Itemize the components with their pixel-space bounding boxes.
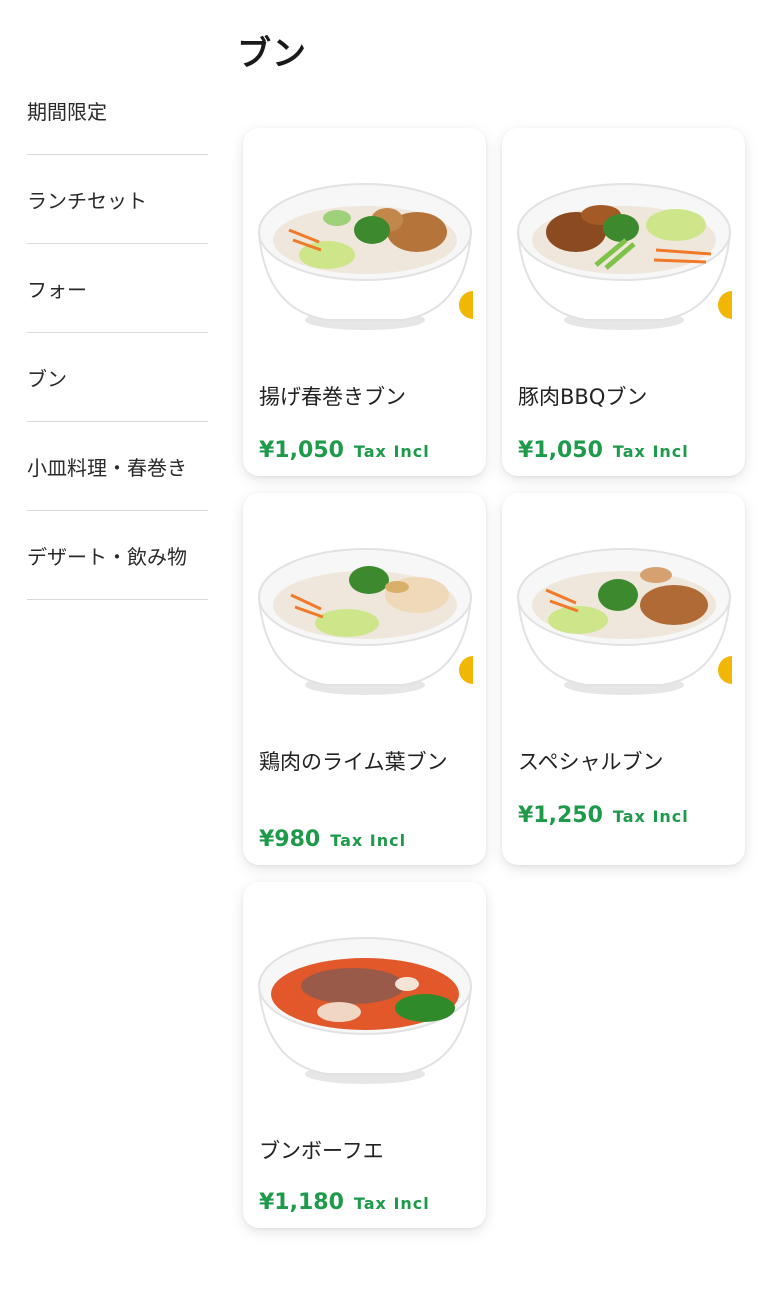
menu-card-special-bun[interactable]: スペシャルブン ¥1,250 Tax Incl: [502, 493, 745, 865]
sidebar-item-label: 期間限定: [27, 99, 107, 124]
menu-item-price: ¥980: [259, 827, 321, 852]
sidebar-item-label: デザート・飲み物: [27, 544, 187, 569]
menu-item-price: ¥1,050: [259, 438, 344, 463]
price-row: ¥980 Tax Incl: [259, 827, 406, 852]
menu-card-fried-spring-roll-bun[interactable]: 揚げ春巻きブン ¥1,050 Tax Incl: [243, 128, 486, 476]
sidebar-item-bun[interactable]: ブン: [27, 333, 208, 422]
sidebar-item-label: フォー: [27, 277, 87, 302]
sidebar-item-label: ランチセット: [27, 188, 147, 213]
price-row: ¥1,250 Tax Incl: [518, 803, 689, 828]
sidebar-item-small-plates[interactable]: 小皿料理・春巻き: [27, 422, 208, 511]
section-title: ブン: [237, 34, 307, 74]
price-row: ¥1,050 Tax Incl: [518, 438, 689, 463]
menu-card-lime-leaf-chicken-bun[interactable]: 鶏肉のライム葉ブン ¥980 Tax Incl: [243, 493, 486, 865]
menu-item-name: スペシャルブン: [518, 750, 664, 774]
menu-item-price: ¥1,050: [518, 438, 603, 463]
sidebar-item-limited[interactable]: 期間限定: [27, 66, 208, 155]
sidebar-item-pho[interactable]: フォー: [27, 244, 208, 333]
price-row: ¥1,050 Tax Incl: [259, 438, 430, 463]
sidebar-item-desserts-drinks[interactable]: デザート・飲み物: [27, 511, 208, 600]
category-sidebar: 期間限定 ランチセット フォー ブン 小皿料理・春巻き デザート・飲み物: [27, 66, 208, 600]
food-image: [516, 183, 732, 330]
tax-label: Tax Incl: [330, 831, 407, 850]
food-image: [257, 183, 473, 330]
food-image: [257, 548, 473, 695]
tax-label: Tax Incl: [612, 442, 689, 461]
tax-label: Tax Incl: [353, 1194, 430, 1213]
menu-item-name: 鶏肉のライム葉ブン: [259, 750, 448, 774]
menu-item-name: ブンボーフエ: [259, 1139, 384, 1163]
tax-label: Tax Incl: [612, 807, 689, 826]
menu-item-price: ¥1,250: [518, 803, 603, 828]
tax-label: Tax Incl: [353, 442, 430, 461]
menu-card-bbq-pork-bun[interactable]: 豚肉BBQブン ¥1,050 Tax Incl: [502, 128, 745, 476]
sidebar-item-label: 小皿料理・春巻き: [27, 455, 187, 480]
price-row: ¥1,180 Tax Incl: [259, 1190, 430, 1215]
menu-card-bun-bo-hue[interactable]: ブンボーフエ ¥1,180 Tax Incl: [243, 882, 486, 1228]
menu-item-name: 揚げ春巻きブン: [259, 385, 406, 409]
food-image: [516, 548, 732, 695]
sidebar-item-lunch-set[interactable]: ランチセット: [27, 155, 208, 244]
menu-item-name: 豚肉BBQブン: [518, 385, 648, 409]
food-image: [257, 937, 473, 1084]
menu-page: ブン 期間限定 ランチセット フォー ブン 小皿料理・春巻き デザート・飲み物: [0, 0, 777, 1296]
sidebar-item-label: ブン: [27, 366, 67, 391]
menu-item-price: ¥1,180: [259, 1190, 344, 1215]
